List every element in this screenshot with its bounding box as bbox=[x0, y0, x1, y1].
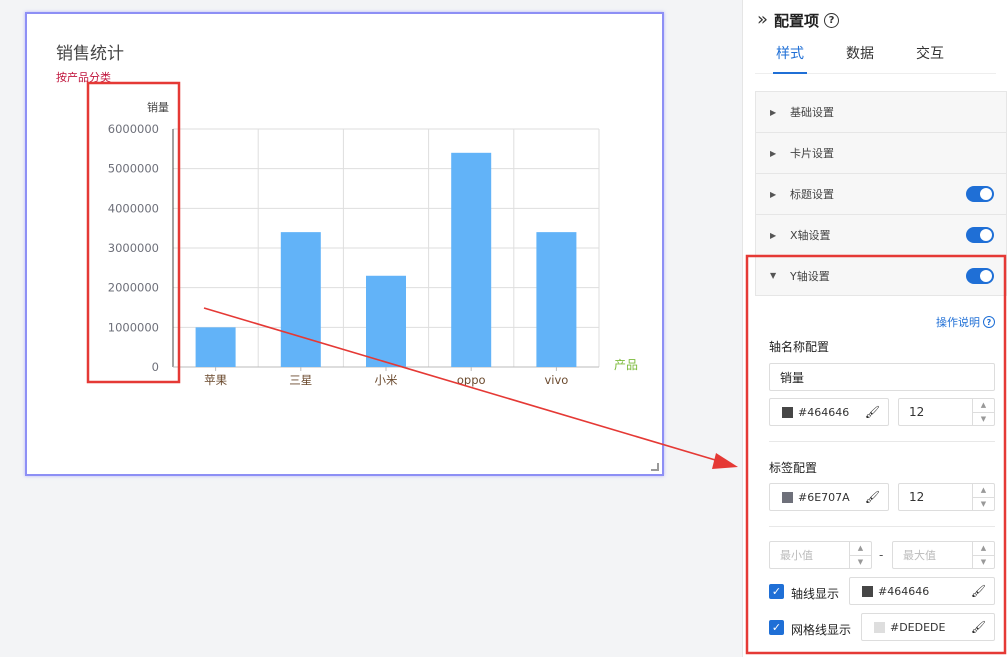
axis-name-title: 轴名称配置 bbox=[769, 340, 830, 354]
help-link-label: 操作说明 bbox=[936, 316, 980, 329]
y-axis-settings: 操作说明 ? 轴名称配置 销量 #464646 🖌 12 ▲ ▼ 标签配置 #6E… bbox=[755, 298, 1007, 652]
x-tick-label: 苹果 bbox=[204, 373, 227, 387]
y-tick-label: 6000000 bbox=[108, 122, 159, 136]
section-label: 基础设置 bbox=[790, 106, 834, 119]
x-tick-label: vivo bbox=[544, 373, 568, 387]
axis-name-input[interactable]: 销量 bbox=[769, 363, 995, 391]
min-value-placeholder: 最小值 bbox=[780, 549, 813, 562]
size-stepper[interactable]: ▲ ▼ bbox=[972, 399, 994, 425]
min-value-input[interactable]: 最小值 ▲ ▼ bbox=[769, 541, 872, 569]
y-tick-label: 4000000 bbox=[108, 201, 159, 215]
section-label: 卡片设置 bbox=[790, 147, 834, 160]
bar-1 bbox=[280, 232, 321, 367]
label-color-value: #6E707A bbox=[798, 490, 850, 504]
max-stepper[interactable]: ▲ ▼ bbox=[972, 542, 994, 568]
color-swatch bbox=[862, 585, 873, 597]
bar-0 bbox=[195, 327, 236, 367]
max-value-placeholder: 最大值 bbox=[903, 549, 936, 562]
gridline-label: 网格线显示 bbox=[791, 623, 852, 637]
y-tick-label: 3000000 bbox=[108, 241, 159, 255]
x-axis-toggle[interactable] bbox=[966, 227, 994, 243]
axis-name-size-input[interactable]: 12 ▲ ▼ bbox=[898, 398, 995, 426]
min-stepper[interactable]: ▲ ▼ bbox=[849, 542, 871, 568]
caret-right-icon: ▶ bbox=[770, 148, 777, 158]
section-label: Y轴设置 bbox=[790, 269, 830, 283]
paint-bucket-icon[interactable]: 🖌 bbox=[865, 405, 880, 419]
section-title[interactable]: ▶ 标题设置 bbox=[755, 173, 1007, 214]
bar-3 bbox=[451, 152, 492, 367]
caret-right-icon: ▶ bbox=[770, 189, 777, 199]
axis-name-color-picker[interactable]: #464646 🖌 bbox=[769, 398, 889, 426]
panel-header: » 配置项 ? bbox=[743, 0, 1008, 40]
bar-2 bbox=[366, 275, 406, 367]
section-label: X轴设置 bbox=[790, 229, 831, 242]
double-chevron-right-icon[interactable]: » bbox=[757, 11, 768, 29]
range-separator: - bbox=[879, 548, 884, 562]
section-y-axis[interactable]: ▼ Y轴设置 bbox=[755, 255, 1007, 296]
section-card[interactable]: ▶ 卡片设置 bbox=[755, 132, 1007, 173]
settings-section-list: ▶ 基础设置 ▶ 卡片设置 ▶ 标题设置 ▶ X轴设置 ▼ Y轴设置 bbox=[755, 91, 1007, 296]
panel-title: 配置项 bbox=[774, 11, 820, 30]
x-tick-label: oppo bbox=[457, 373, 486, 387]
chart-title: 销售统计 bbox=[56, 44, 124, 64]
label-color-picker[interactable]: #6E707A 🖌 bbox=[769, 483, 889, 511]
y-tick-label: 5000000 bbox=[108, 162, 159, 176]
max-value-input[interactable]: 最大值 ▲ ▼ bbox=[892, 541, 995, 569]
section-x-axis[interactable]: ▶ X轴设置 bbox=[755, 214, 1007, 255]
label-size-value: 12 bbox=[909, 490, 925, 504]
section-label: 标题设置 bbox=[790, 188, 834, 201]
label-size-input[interactable]: 12 ▲ ▼ bbox=[898, 483, 995, 511]
tab-style[interactable]: 样式 bbox=[755, 40, 825, 74]
y-tick-label: 1000000 bbox=[108, 320, 159, 334]
axis-name-color-value: #464646 bbox=[798, 405, 850, 419]
divider bbox=[769, 441, 995, 442]
gridline-color-value: #DEDEDE bbox=[890, 620, 946, 634]
paint-bucket-icon[interactable]: 🖌 bbox=[971, 584, 986, 598]
paint-bucket-icon[interactable]: 🖌 bbox=[971, 620, 986, 634]
config-panel: » 配置项 ? 样式 数据 交互 ▶ 基础设置 ▶ 卡片设置 ▶ 标题设置 ▶ … bbox=[742, 0, 1008, 657]
bar-chart: 销售统计按产品分类销量 0 1000000 2000000 3000000 4000000… bbox=[56, 44, 638, 387]
y-tick-label: 2000000 bbox=[108, 281, 159, 295]
help-link[interactable]: 操作说明 ? bbox=[936, 314, 995, 330]
gridline-checkbox[interactable]: ✓ bbox=[769, 620, 784, 635]
caret-right-icon: ▶ bbox=[770, 107, 777, 117]
divider bbox=[769, 526, 995, 527]
axisline-label: 轴线显示 bbox=[791, 587, 840, 601]
x-axis-name: 产品 bbox=[614, 358, 638, 372]
chart-subtitle: 按产品分类 bbox=[56, 70, 111, 84]
color-swatch bbox=[874, 621, 885, 633]
tab-interaction[interactable]: 交互 bbox=[895, 40, 965, 73]
axisline-checkbox[interactable]: ✓ bbox=[769, 584, 784, 599]
caret-down-icon: ▼ bbox=[770, 271, 777, 280]
axisline-color-picker[interactable]: #464646 🖌 bbox=[849, 577, 995, 605]
color-swatch bbox=[782, 491, 793, 503]
chart-card[interactable]: 销售统计按产品分类销量 0 1000000 2000000 3000000 4000000… bbox=[25, 12, 664, 476]
x-tick-label: 三星 bbox=[289, 373, 312, 387]
axis-name-size-value: 12 bbox=[909, 405, 925, 419]
caret-right-icon: ▶ bbox=[770, 230, 777, 240]
help-icon[interactable]: ? bbox=[824, 12, 840, 28]
gridline-color-picker[interactable]: #DEDEDE 🖌 bbox=[861, 613, 995, 641]
canvas-area: 销售统计按产品分类销量 0 1000000 2000000 3000000 4000000… bbox=[0, 0, 742, 657]
bar-4 bbox=[536, 232, 577, 367]
paint-bucket-icon[interactable]: 🖌 bbox=[865, 490, 880, 504]
y-axis-toggle[interactable] bbox=[966, 268, 994, 284]
label-config-title: 标签配置 bbox=[769, 461, 818, 475]
x-tick-label: 小米 bbox=[375, 373, 398, 387]
title-toggle[interactable] bbox=[966, 186, 994, 202]
panel-tabs: 样式 数据 交互 bbox=[755, 40, 996, 74]
resize-handle[interactable] bbox=[651, 463, 659, 471]
size-stepper[interactable]: ▲ ▼ bbox=[972, 484, 994, 510]
section-basic[interactable]: ▶ 基础设置 bbox=[755, 91, 1007, 132]
tab-data[interactable]: 数据 bbox=[825, 40, 895, 73]
axisline-color-value: #464646 bbox=[878, 584, 930, 598]
help-icon: ? bbox=[983, 316, 995, 328]
color-swatch bbox=[782, 406, 793, 418]
y-tick-label: 0 bbox=[152, 360, 159, 374]
y-axis-name: 销量 bbox=[147, 100, 169, 114]
